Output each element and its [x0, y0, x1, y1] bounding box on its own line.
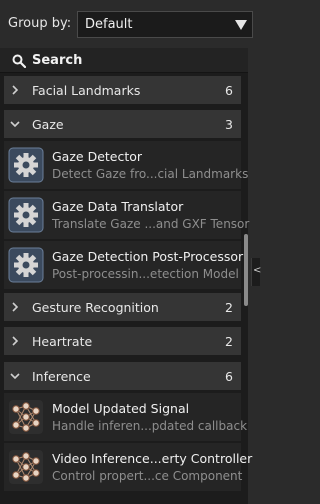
category-label: Facial Landmarks	[32, 83, 141, 98]
list-item-model-updated-signal[interactable]: Model Updated Signal Handle inferen...pd…	[4, 393, 247, 441]
item-title: Video Inference...erty Controller	[52, 451, 253, 466]
chevron-down-icon	[10, 121, 20, 128]
gear-icon	[8, 147, 44, 183]
item-title: Model Updated Signal	[52, 401, 190, 416]
category-count: 3	[225, 117, 233, 132]
list-item-gaze-detector[interactable]: Gaze Detector Detect Gaze fro...cial Lan…	[4, 141, 248, 189]
neural-network-icon	[9, 450, 43, 484]
item-description: Translate Gaze ...and GXF Tensor	[52, 217, 250, 231]
list-item-gaze-data-translator[interactable]: Gaze Data Translator Translate Gaze ...a…	[4, 191, 249, 239]
category-label: Gaze	[32, 117, 64, 132]
scrollbar-thumb[interactable]	[244, 234, 248, 306]
list-item-gaze-detection-post-processor[interactable]: Gaze Detection Post-Processor Post-proce…	[4, 241, 244, 289]
chevron-left-icon: <	[253, 265, 262, 276]
category-gesture-recognition[interactable]: Gesture Recognition 2	[4, 293, 241, 321]
list-item-video-inference-property-controller[interactable]: Video Inference...erty Controller Contro…	[4, 443, 252, 491]
category-label: Inference	[32, 369, 91, 384]
chevron-right-icon	[12, 302, 19, 312]
group-by-dropdown[interactable]: Default	[77, 11, 253, 38]
category-heartrate[interactable]: Heartrate 2	[4, 327, 241, 355]
search-label: Search	[32, 53, 83, 68]
category-label: Gesture Recognition	[32, 300, 159, 315]
group-by-bar: Group by: Default	[0, 0, 260, 50]
category-gaze[interactable]: Gaze 3	[4, 110, 241, 138]
search-bar[interactable]: Search	[0, 48, 248, 73]
search-icon	[12, 54, 26, 68]
category-count: 2	[225, 300, 233, 315]
neural-network-icon	[9, 400, 43, 434]
group-by-label: Group by:	[8, 16, 72, 31]
item-description: Handle inferen...pdated callback	[52, 419, 248, 433]
item-title: Gaze Data Translator	[52, 199, 184, 214]
chevron-right-icon	[12, 85, 19, 95]
category-inference[interactable]: Inference 6	[4, 362, 241, 390]
gear-icon	[8, 247, 44, 283]
item-description: Detect Gaze fro...cial Landmarks	[52, 167, 249, 181]
dropdown-arrow-icon	[235, 20, 247, 30]
chevron-down-icon	[10, 373, 20, 380]
item-title: Gaze Detection Post-Processor	[52, 249, 244, 264]
chevron-right-icon	[12, 336, 19, 346]
category-facial-landmarks[interactable]: Facial Landmarks 6	[4, 76, 241, 104]
category-count: 6	[225, 83, 233, 98]
item-description: Post-processin...etection Model	[52, 267, 239, 281]
node-library-panel: Search Facial Landmarks 6 Gaze 3 Gaze De…	[0, 48, 252, 504]
category-label: Heartrate	[32, 334, 93, 349]
collapse-panel-tab[interactable]: <	[251, 258, 262, 286]
category-count: 6	[225, 369, 233, 384]
gear-icon	[8, 197, 44, 233]
category-count: 2	[225, 334, 233, 349]
item-description: Control propert...ce Component	[52, 469, 243, 483]
item-title: Gaze Detector	[52, 149, 143, 164]
group-by-value: Default	[85, 17, 133, 32]
